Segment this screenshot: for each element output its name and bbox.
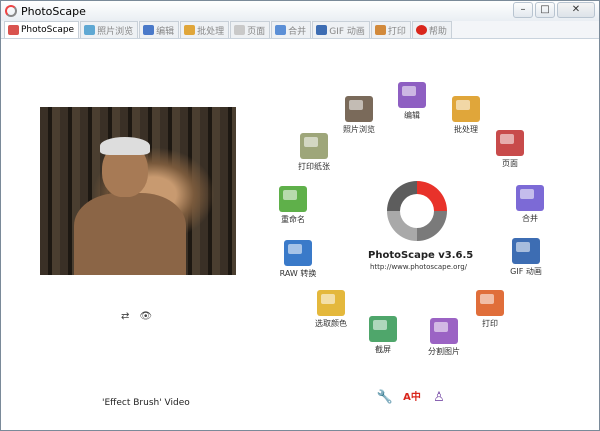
photo-mini-toolbar: ⇄ 👁	[121, 311, 152, 322]
logo-dark-segment	[417, 211, 447, 241]
combine-icon	[516, 185, 544, 211]
tab-page[interactable]: 页面	[230, 21, 271, 38]
photoscape-logo-icon	[5, 5, 17, 17]
menu-color-picker[interactable]: 选取颜色	[301, 290, 361, 329]
window-controls: – □ ✕	[513, 2, 595, 18]
tab-label: 页面	[247, 26, 266, 37]
editor-icon	[143, 25, 155, 35]
page-icon	[234, 25, 246, 35]
minimize-button[interactable]: –	[513, 2, 533, 18]
tab-label: 打印	[387, 26, 406, 37]
print-icon	[476, 290, 504, 316]
tab-batch[interactable]: 批处理	[180, 21, 230, 38]
menu-label: 截屏	[375, 345, 391, 354]
tab-viewer[interactable]: 照片浏览	[80, 21, 139, 38]
language-icon[interactable]: A中	[403, 389, 421, 407]
photoscape-center-logo[interactable]	[372, 176, 462, 246]
photo-figure-hair	[100, 137, 150, 155]
sample-photo[interactable]	[40, 107, 236, 275]
raw-converter-icon	[284, 240, 312, 266]
menu-viewer[interactable]: 照片浏览	[329, 96, 389, 135]
menu-rename[interactable]: 重命名	[263, 186, 323, 225]
menu-editor[interactable]: 编辑	[382, 82, 442, 121]
menu-paper-print[interactable]: 打印纸张	[284, 133, 344, 172]
menu-label: 编辑	[404, 111, 420, 120]
tab-editor[interactable]: 编辑	[139, 21, 180, 38]
menu-raw-converter[interactable]: RAW 转换	[268, 240, 328, 279]
combine-icon	[275, 25, 287, 35]
tab-photoscape[interactable]: PhotoScape	[4, 21, 80, 38]
gif-icon	[512, 238, 540, 264]
viewer-icon	[345, 96, 373, 122]
user-icon[interactable]: ♙	[430, 389, 448, 407]
menu-label: 合并	[522, 214, 538, 223]
menu-splitter[interactable]: 分割图片	[414, 318, 474, 357]
tab-label: 帮助	[428, 26, 447, 37]
print-icon	[374, 25, 386, 35]
tab-print[interactable]: 打印	[370, 21, 411, 38]
menu-screen-capture[interactable]: 截屏	[353, 316, 413, 355]
menu-gif-animation[interactable]: GIF 动画	[496, 238, 556, 277]
menu-label: 重命名	[281, 215, 305, 224]
swap-icon[interactable]: ⇄	[121, 311, 129, 322]
logo-red-segment	[417, 181, 447, 211]
gif-icon	[316, 25, 328, 35]
menu-label: 打印纸张	[298, 162, 330, 171]
tab-combine[interactable]: 合并	[271, 21, 312, 38]
logo-gray-segment	[387, 211, 417, 241]
batch-icon	[452, 96, 480, 122]
eye-icon[interactable]: 👁	[139, 311, 152, 322]
effect-brush-video-link[interactable]: 'Effect Brush' Video	[102, 398, 190, 408]
window-title: PhotoScape	[21, 4, 86, 18]
help-icon	[415, 25, 427, 35]
menu-label: 页面	[502, 159, 518, 168]
tab-label: GIF 动画	[329, 26, 365, 37]
rename-icon	[279, 186, 307, 212]
photo-figure-body	[74, 193, 186, 275]
tab-label: 批处理	[197, 26, 225, 37]
photoscape-tab-icon	[8, 25, 19, 35]
viewer-icon	[84, 25, 96, 35]
tab-label: 合并	[288, 26, 307, 37]
tab-label: PhotoScape	[21, 25, 75, 35]
logo-charcoal-segment	[387, 181, 417, 211]
close-button[interactable]: ✕	[557, 2, 595, 18]
splitter-icon	[430, 318, 458, 344]
screen-capture-icon	[369, 316, 397, 342]
menu-combine[interactable]: 合并	[500, 185, 560, 224]
paper-print-icon	[300, 133, 328, 159]
tab-bar: PhotoScape 照片浏览 编辑 批处理 页面 合并 GIF 动画 打印 帮…	[1, 21, 599, 39]
menu-label: RAW 转换	[279, 269, 317, 278]
color-picker-icon	[317, 290, 345, 316]
menu-label: 选取颜色	[315, 319, 347, 328]
menu-label: 分割图片	[428, 347, 460, 356]
editor-icon	[398, 82, 426, 108]
tab-label: 照片浏览	[97, 26, 134, 37]
tab-label: 编辑	[156, 26, 175, 37]
settings-wrench-icon[interactable]: 🔧	[376, 389, 394, 407]
page-icon	[496, 130, 524, 156]
menu-label: GIF 动画	[510, 267, 542, 276]
maximize-button[interactable]: □	[535, 2, 555, 18]
app-version-label: PhotoScape v3.6.5	[368, 250, 474, 261]
tab-help[interactable]: 帮助	[411, 21, 452, 38]
batch-icon	[184, 25, 196, 35]
bottom-toolbar: 🔧 A中 ♙	[376, 389, 448, 407]
tab-gif[interactable]: GIF 动画	[312, 21, 370, 38]
menu-page[interactable]: 页面	[480, 130, 540, 169]
website-link[interactable]: http://www.photoscape.org/	[370, 263, 467, 271]
title-bar: PhotoScape – □ ✕	[1, 1, 599, 21]
